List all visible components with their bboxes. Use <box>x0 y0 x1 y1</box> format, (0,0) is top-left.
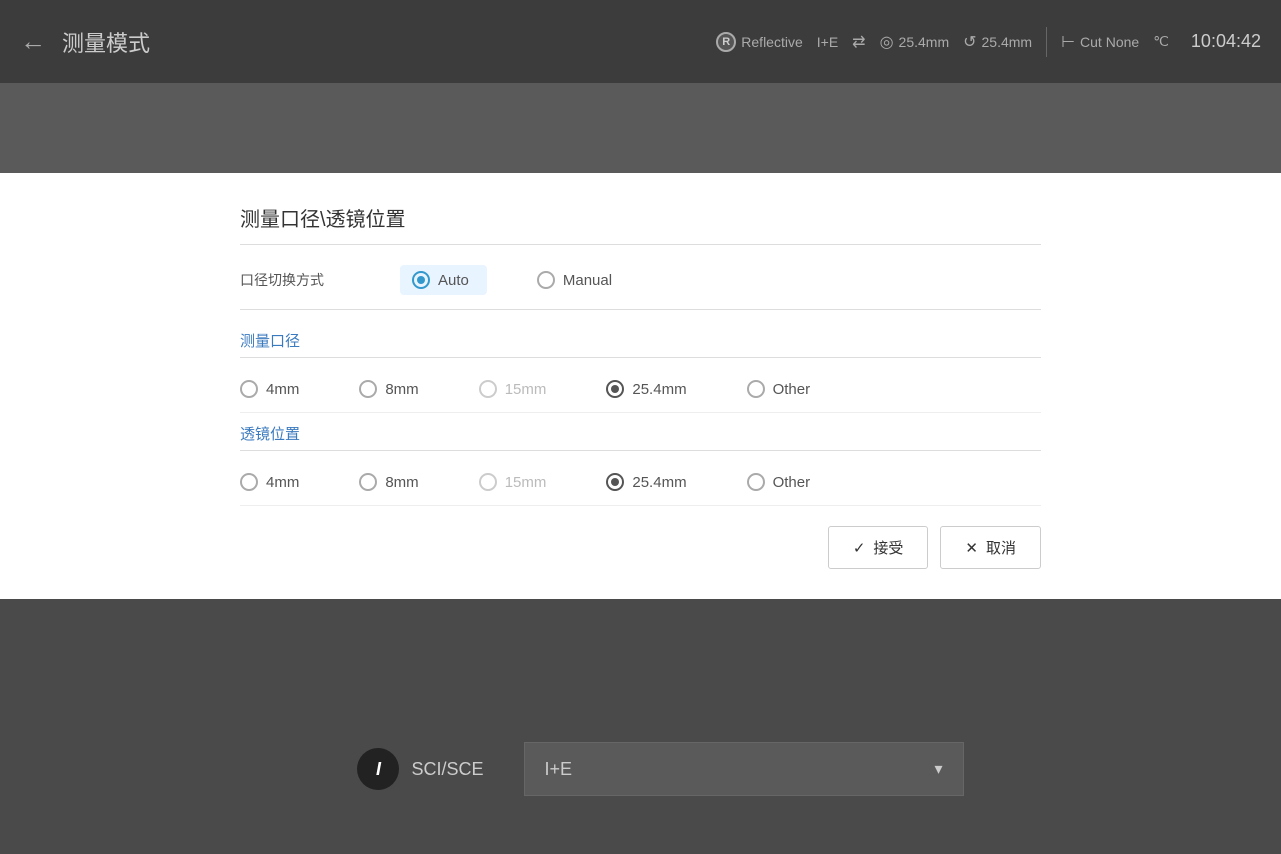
dropdown-arrow-icon: ▾ <box>934 759 942 779</box>
aperture1-value: 25.4mm <box>899 34 950 50</box>
mode-selector[interactable]: I+E ▾ <box>524 742 964 796</box>
topbar: ← 测量模式 R Reflective I+E ⇄ ◎ 25.4mm ↺ 25.… <box>0 0 1281 83</box>
divider <box>1046 27 1047 57</box>
lens-25mm-option[interactable]: 25.4mm <box>606 473 686 491</box>
lens-8mm-option[interactable]: 8mm <box>359 473 418 491</box>
lens-position-section: 透镜位置 4mm 8mm 15mm 25.4mm <box>240 423 1041 506</box>
aperture-25mm-option[interactable]: 25.4mm <box>606 380 686 398</box>
page-title: 测量模式 <box>62 26 150 58</box>
reflective-status: R Reflective <box>716 32 802 52</box>
cut-status: ⊢ Cut None <box>1061 32 1139 52</box>
aperture-4mm-label: 4mm <box>266 381 299 398</box>
lens-8mm-label: 8mm <box>385 474 418 491</box>
accept-button[interactable]: ✓ 接受 <box>828 526 929 569</box>
cancel-button[interactable]: ✕ 取消 <box>940 526 1041 569</box>
lens-15mm-radio[interactable] <box>479 473 497 491</box>
back-button[interactable]: ← <box>20 26 46 57</box>
reflective-icon: R <box>716 32 736 52</box>
clock: 10:04:42 <box>1191 31 1261 52</box>
cut-label: Cut None <box>1080 34 1139 50</box>
lens-8mm-radio[interactable] <box>359 473 377 491</box>
aperture-switch-row: 口径切换方式 Auto Manual <box>240 265 1041 310</box>
auto-radio[interactable] <box>412 271 430 289</box>
aperture-other-radio[interactable] <box>747 380 765 398</box>
aperture2-value: 25.4mm <box>982 34 1033 50</box>
aperture-25mm-label: 25.4mm <box>632 381 686 398</box>
aperture-switch-group: Auto Manual <box>400 265 612 295</box>
x-icon: ✕ <box>965 539 978 557</box>
measurement-aperture-title: 测量口径 <box>240 330 1041 358</box>
dialog-title: 测量口径\透镜位置 <box>240 203 1041 245</box>
usb-icon-item: ⇄ <box>852 32 865 52</box>
button-row: ✓ 接受 ✕ 取消 <box>240 526 1041 569</box>
measurement-aperture-section: 测量口径 4mm 8mm 15mm 25.4mm <box>240 330 1041 413</box>
aperture-options-row: 4mm 8mm 15mm 25.4mm Other <box>240 366 1041 413</box>
main-content: 测量口径\透镜位置 口径切换方式 Auto Manual 测量口径 4mm <box>0 173 1281 599</box>
temp-symbol: ℃ <box>1153 33 1169 50</box>
manual-label: Manual <box>563 272 612 289</box>
lens-4mm-option[interactable]: 4mm <box>240 473 299 491</box>
accept-label: 接受 <box>873 537 903 558</box>
manual-radio[interactable] <box>537 271 555 289</box>
lens-15mm-option[interactable]: 15mm <box>479 473 547 491</box>
mode-selector-value: I+E <box>545 759 573 780</box>
sci-sce-section: I SCI/SCE <box>317 748 523 790</box>
temp-status: ℃ <box>1153 33 1169 50</box>
manual-option[interactable]: Manual <box>537 271 612 289</box>
lens-other-label: Other <box>773 474 811 491</box>
middle-band <box>0 83 1281 173</box>
cut-icon: ⊢ <box>1061 32 1075 52</box>
aperture2-status: ↺ 25.4mm <box>963 32 1032 52</box>
aperture-15mm-radio[interactable] <box>479 380 497 398</box>
aperture-other-label: Other <box>773 381 811 398</box>
aperture-25mm-radio[interactable] <box>606 380 624 398</box>
status-bar: R Reflective I+E ⇄ ◎ 25.4mm ↺ 25.4mm ⊢ C… <box>716 27 1261 57</box>
aperture-15mm-option[interactable]: 15mm <box>479 380 547 398</box>
lens-25mm-label: 25.4mm <box>632 474 686 491</box>
lens-other-radio[interactable] <box>747 473 765 491</box>
cancel-label: 取消 <box>986 537 1016 558</box>
mode-label: I+E <box>817 34 838 50</box>
lens-options-row: 4mm 8mm 15mm 25.4mm Other <box>240 459 1041 506</box>
aperture-4mm-option[interactable]: 4mm <box>240 380 299 398</box>
reflective-label: Reflective <box>741 34 802 50</box>
aperture-8mm-radio[interactable] <box>359 380 377 398</box>
sci-sce-label: SCI/SCE <box>411 759 483 780</box>
aperture-other-option[interactable]: Other <box>747 380 811 398</box>
checkmark-icon: ✓ <box>853 539 866 557</box>
auto-option[interactable]: Auto <box>400 265 487 295</box>
bottom-bar: I SCI/SCE I+E ▾ <box>0 684 1281 854</box>
lens-15mm-label: 15mm <box>505 474 547 491</box>
lens-4mm-label: 4mm <box>266 474 299 491</box>
aperture-8mm-option[interactable]: 8mm <box>359 380 418 398</box>
aperture-4mm-radio[interactable] <box>240 380 258 398</box>
mode-status: I+E <box>817 34 838 50</box>
lens-4mm-radio[interactable] <box>240 473 258 491</box>
lens-position-title: 透镜位置 <box>240 423 1041 451</box>
usb-icon: ⇄ <box>852 32 865 52</box>
lens-other-option[interactable]: Other <box>747 473 811 491</box>
lens-25mm-radio[interactable] <box>606 473 624 491</box>
auto-label: Auto <box>438 272 469 289</box>
sci-sce-icon: I <box>357 748 399 790</box>
aperture-8mm-label: 8mm <box>385 381 418 398</box>
aperture1-status: ◎ 25.4mm <box>880 32 950 52</box>
aperture-switch-label: 口径切换方式 <box>240 270 400 290</box>
aperture-15mm-label: 15mm <box>505 381 547 398</box>
